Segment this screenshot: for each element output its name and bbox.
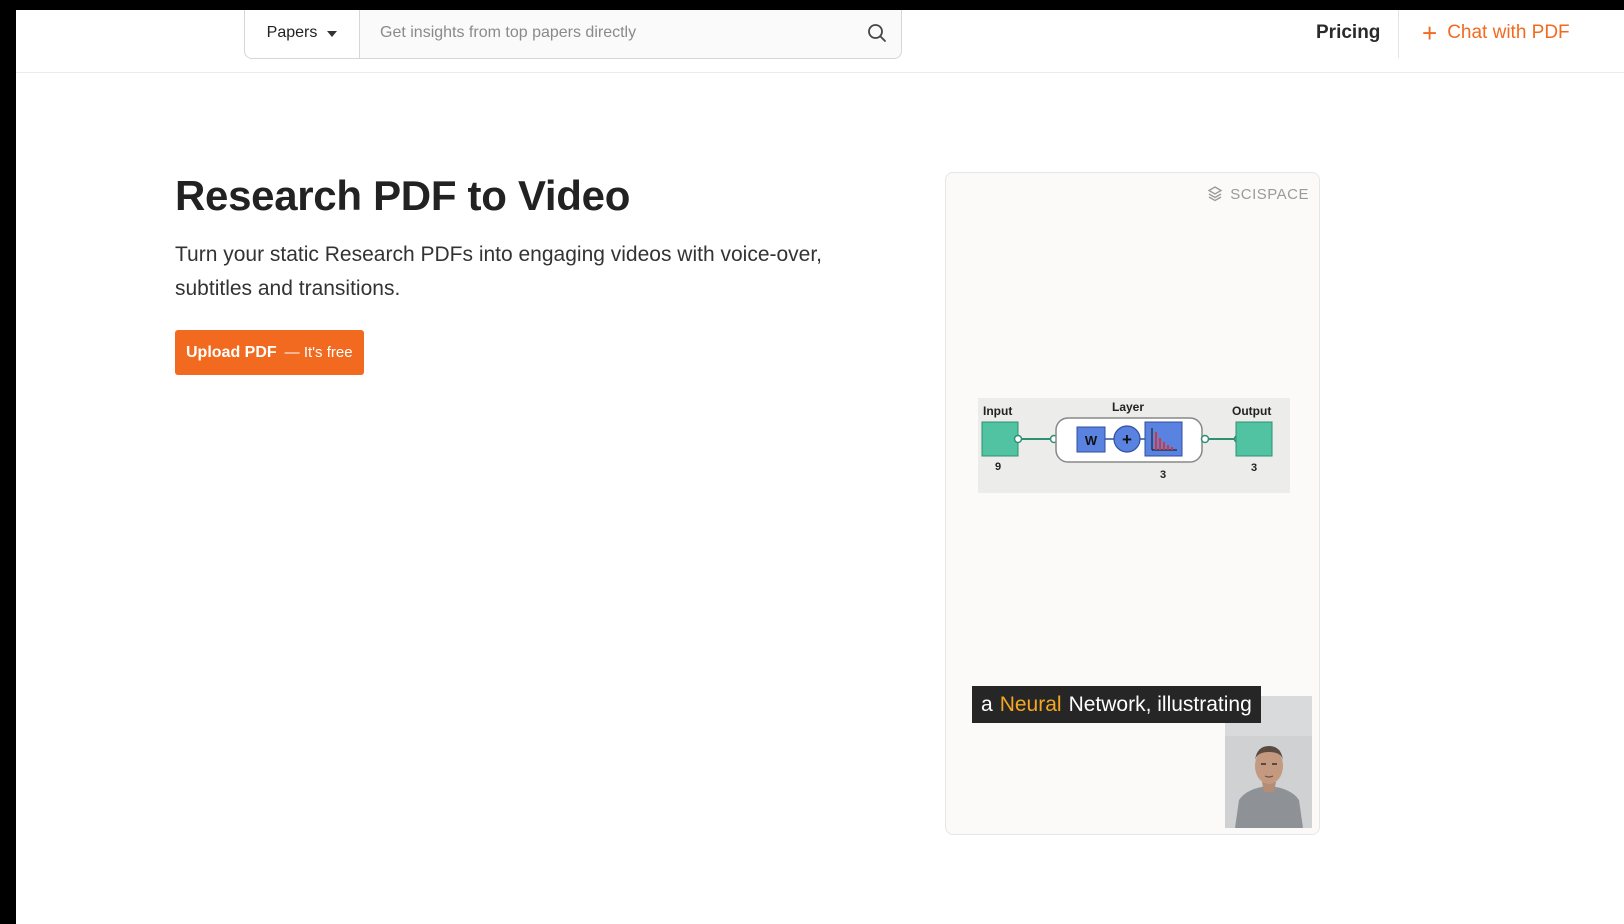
scispace-logo-icon	[1207, 186, 1223, 202]
browser-viewport: Papers Pricing + Chat with PDF Research …	[16, 10, 1624, 924]
category-dropdown[interactable]: Papers	[245, 10, 360, 58]
pricing-link[interactable]: Pricing	[1316, 22, 1380, 44]
hero-description: Turn your static Research PDFs into enga…	[175, 243, 823, 300]
subtitle-rest: Network, illustrating	[1068, 692, 1252, 716]
subtitle-word: a	[981, 692, 993, 716]
upload-pdf-button[interactable]: Upload PDF — It's free	[175, 330, 364, 375]
neural-network-diagram: Input Layer Output W + 9 3 3	[978, 398, 1290, 493]
subtitle-highlight: Neural	[999, 692, 1062, 716]
top-header: Papers Pricing + Chat with PDF	[16, 10, 1624, 73]
chat-with-pdf-label: Chat with PDF	[1447, 22, 1570, 43]
search-bar: Papers	[244, 10, 902, 59]
search-icon[interactable]	[853, 10, 901, 58]
diagram-output-size: 3	[1251, 462, 1257, 474]
upload-pdf-label: Upload PDF	[186, 343, 277, 361]
input-node	[981, 421, 1019, 457]
diagram-layer-size: 3	[1160, 469, 1166, 481]
diagram-layer-label: Layer	[1112, 400, 1144, 414]
diagram-input-size: 9	[995, 461, 1001, 473]
chat-with-pdf-link[interactable]: + Chat with PDF	[1422, 17, 1570, 48]
video-preview-card[interactable]: SCISPACE Input Layer Output W + 9 3 3 a …	[945, 172, 1320, 835]
category-dropdown-label: Papers	[266, 24, 318, 41]
scispace-brand: SCISPACE	[1206, 185, 1309, 203]
connector-dot	[1200, 434, 1210, 444]
diagram-input-label: Input	[983, 404, 1012, 418]
brand-name: SCISPACE	[1230, 185, 1309, 203]
search-input[interactable]	[360, 10, 853, 58]
sum-label: +	[1122, 430, 1132, 449]
connector-dot	[1013, 434, 1023, 444]
upload-pdf-sublabel: — It's free	[284, 344, 353, 361]
activation-node	[1144, 421, 1183, 457]
caret-down-icon	[327, 31, 338, 37]
weight-label: W	[1085, 433, 1098, 448]
page-title: Research PDF to Video	[175, 172, 631, 219]
plus-icon: +	[1422, 17, 1438, 48]
nav-divider	[1398, 10, 1399, 58]
output-node	[1235, 421, 1273, 457]
video-subtitle: a Neural Network, illustrating	[972, 686, 1261, 723]
diagram-output-label: Output	[1232, 404, 1271, 418]
